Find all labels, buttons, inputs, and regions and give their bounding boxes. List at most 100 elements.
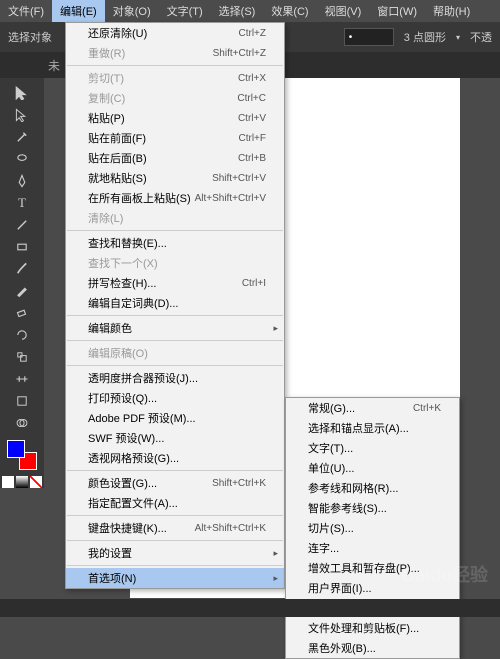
edit-menu-item-5[interactable]: 粘贴(P)Ctrl+V bbox=[66, 108, 284, 128]
menu-separator bbox=[67, 565, 283, 566]
rotate-tool[interactable] bbox=[12, 325, 32, 345]
menu-separator bbox=[67, 340, 283, 341]
menubar-item-1[interactable]: 编辑(E) bbox=[52, 0, 105, 22]
prefs-menu-item-4[interactable]: 参考线和网格(R)... bbox=[286, 478, 459, 498]
edit-menu-item-7[interactable]: 贴在后面(B) Ctrl+B bbox=[66, 148, 284, 168]
edit-menu-item-0[interactable]: 还原清除(U) Ctrl+Z bbox=[66, 23, 284, 43]
prefs-menu-item-11[interactable]: 文件处理和剪贴板(F)... bbox=[286, 618, 459, 638]
preferences-submenu: 常规(G)...Ctrl+K 选择和锚点显示(A)... 文字(T)... 单位(U)… bbox=[285, 397, 460, 659]
menubar-item-7[interactable]: 窗口(W) bbox=[369, 0, 425, 22]
menubar-item-8[interactable]: 帮助(H) bbox=[425, 0, 478, 22]
edit-menu-item-23[interactable]: Adobe PDF 预设(M)... bbox=[66, 408, 284, 428]
menu-shortcut: Ctrl+X bbox=[238, 73, 266, 84]
edit-menu-item-34[interactable]: 首选项(N) bbox=[66, 568, 284, 588]
edit-menu-item-4: 复制(C)Ctrl+C bbox=[66, 88, 284, 108]
menubar-item-5[interactable]: 效果(C) bbox=[263, 0, 316, 22]
stroke-style-dropdown[interactable]: 3 点圆形 bbox=[404, 29, 446, 45]
color-mode-none[interactable] bbox=[30, 476, 42, 488]
menu-label: 查找和替换(E)... bbox=[88, 235, 167, 251]
menubar-item-6[interactable]: 视图(V) bbox=[317, 0, 370, 22]
line-tool[interactable] bbox=[12, 215, 32, 235]
eraser-tool[interactable] bbox=[12, 303, 32, 323]
edit-menu-item-9[interactable]: 在所有画板上粘贴(S) Alt+Shift+Ctrl+V bbox=[66, 188, 284, 208]
menu-label: 剪切(T) bbox=[88, 70, 124, 86]
menu-label: 黑色外观(B)... bbox=[308, 640, 376, 656]
shape-builder-tool[interactable] bbox=[12, 413, 32, 433]
watermark: Baidu经验 bbox=[402, 561, 488, 587]
rectangle-tool[interactable] bbox=[12, 237, 32, 257]
edit-menu-item-12[interactable]: 查找和替换(E)... bbox=[66, 233, 284, 253]
menu-label: 用户界面(I)... bbox=[308, 580, 372, 596]
menu-label: 透视网格预设(G)... bbox=[88, 450, 179, 466]
pen-tool[interactable] bbox=[12, 171, 32, 191]
menubar-item-2[interactable]: 对象(O) bbox=[105, 0, 159, 22]
prefs-menu-item-1[interactable]: 选择和锚点显示(A)... bbox=[286, 418, 459, 438]
menu-shortcut: Ctrl+C bbox=[237, 93, 266, 104]
menu-separator bbox=[67, 515, 283, 516]
menu-label: 颜色设置(G)... bbox=[88, 475, 157, 491]
edit-menu-item-15[interactable]: 编辑自定词典(D)... bbox=[66, 293, 284, 313]
menu-label: 粘贴(P) bbox=[88, 110, 125, 126]
menubar-item-0[interactable]: 文件(F) bbox=[0, 0, 52, 22]
edit-menu-item-14[interactable]: 拼写检查(H)...Ctrl+I bbox=[66, 273, 284, 293]
menu-label: 打印预设(Q)... bbox=[88, 390, 157, 406]
fill-swatch[interactable] bbox=[7, 440, 25, 458]
width-tool[interactable] bbox=[12, 369, 32, 389]
menubar-item-4[interactable]: 选择(S) bbox=[211, 0, 264, 22]
menu-label: 贴在后面(B) bbox=[88, 150, 147, 166]
edit-menu-item-17[interactable]: 编辑颜色 bbox=[66, 318, 284, 338]
menu-shortcut: Alt+Shift+Ctrl+K bbox=[195, 523, 266, 534]
type-tool[interactable]: T bbox=[12, 193, 32, 213]
color-mode-gradient[interactable] bbox=[16, 476, 28, 488]
menubar: 文件(F)编辑(E)对象(O)文字(T)选择(S)效果(C)视图(V)窗口(W)… bbox=[0, 0, 500, 22]
menu-shortcut: Ctrl+Z bbox=[239, 28, 267, 39]
edit-menu-item-25[interactable]: 透视网格预设(G)... bbox=[66, 448, 284, 468]
magic-wand-tool[interactable] bbox=[12, 127, 32, 147]
tab-untitled[interactable]: 未 bbox=[48, 57, 60, 74]
edit-menu-item-21[interactable]: 透明度拼合器预设(J)... bbox=[66, 368, 284, 388]
menu-shortcut: Ctrl+F bbox=[239, 133, 267, 144]
paintbrush-tool[interactable] bbox=[12, 259, 32, 279]
menu-separator bbox=[67, 315, 283, 316]
edit-menu-item-24[interactable]: SWF 预设(W)... bbox=[66, 428, 284, 448]
direct-selection-tool[interactable] bbox=[12, 105, 32, 125]
menu-label: 在所有画板上粘贴(S) bbox=[88, 190, 191, 206]
stroke-value-field[interactable]: • bbox=[344, 28, 394, 46]
menu-label: 单位(U)... bbox=[308, 460, 354, 476]
lasso-tool[interactable] bbox=[12, 149, 32, 169]
edit-menu-item-10: 清除(L) bbox=[66, 208, 284, 228]
edit-menu-item-30[interactable]: 键盘快捷键(K)...Alt+Shift+Ctrl+K bbox=[66, 518, 284, 538]
menu-label: 参考线和网格(R)... bbox=[308, 480, 398, 496]
prefs-menu-item-0[interactable]: 常规(G)...Ctrl+K bbox=[286, 398, 459, 418]
edit-menu-item-22[interactable]: 打印预设(Q)... bbox=[66, 388, 284, 408]
menu-shortcut: Shift+Ctrl+K bbox=[212, 478, 266, 489]
free-transform-tool[interactable] bbox=[12, 391, 32, 411]
prefs-menu-item-5[interactable]: 智能参考线(S)... bbox=[286, 498, 459, 518]
prefs-menu-item-2[interactable]: 文字(T)... bbox=[286, 438, 459, 458]
color-mode-solid[interactable] bbox=[2, 476, 14, 488]
menu-label: 选择和锚点显示(A)... bbox=[308, 420, 409, 436]
prefs-menu-item-3[interactable]: 单位(U)... bbox=[286, 458, 459, 478]
prefs-menu-item-12[interactable]: 黑色外观(B)... bbox=[286, 638, 459, 658]
scale-tool[interactable] bbox=[12, 347, 32, 367]
prefs-menu-item-6[interactable]: 切片(S)... bbox=[286, 518, 459, 538]
menu-shortcut: Alt+Shift+Ctrl+V bbox=[195, 193, 266, 204]
edit-menu-item-6[interactable]: 贴在前面(F)Ctrl+F bbox=[66, 128, 284, 148]
menu-label: 文件处理和剪贴板(F)... bbox=[308, 620, 419, 636]
pencil-tool[interactable] bbox=[12, 281, 32, 301]
prefs-menu-item-7[interactable]: 连字... bbox=[286, 538, 459, 558]
edit-menu-item-8[interactable]: 就地粘贴(S)Shift+Ctrl+V bbox=[66, 168, 284, 188]
edit-menu-item-28[interactable]: 指定配置文件(A)... bbox=[66, 493, 284, 513]
color-swatches[interactable] bbox=[7, 440, 37, 470]
menubar-item-3[interactable]: 文字(T) bbox=[159, 0, 211, 22]
menu-label: 还原清除(U) bbox=[88, 25, 147, 41]
edit-menu-item-32[interactable]: 我的设置 bbox=[66, 543, 284, 563]
selection-tool[interactable] bbox=[12, 83, 32, 103]
menu-label: 编辑自定词典(D)... bbox=[88, 295, 178, 311]
edit-menu-item-27[interactable]: 颜色设置(G)... Shift+Ctrl+K bbox=[66, 473, 284, 493]
menu-label: 常规(G)... bbox=[308, 400, 355, 416]
menu-shortcut: Shift+Ctrl+Z bbox=[213, 48, 266, 59]
menu-separator bbox=[67, 540, 283, 541]
menu-label: 智能参考线(S)... bbox=[308, 500, 387, 516]
menu-shortcut: Ctrl+B bbox=[238, 153, 266, 164]
